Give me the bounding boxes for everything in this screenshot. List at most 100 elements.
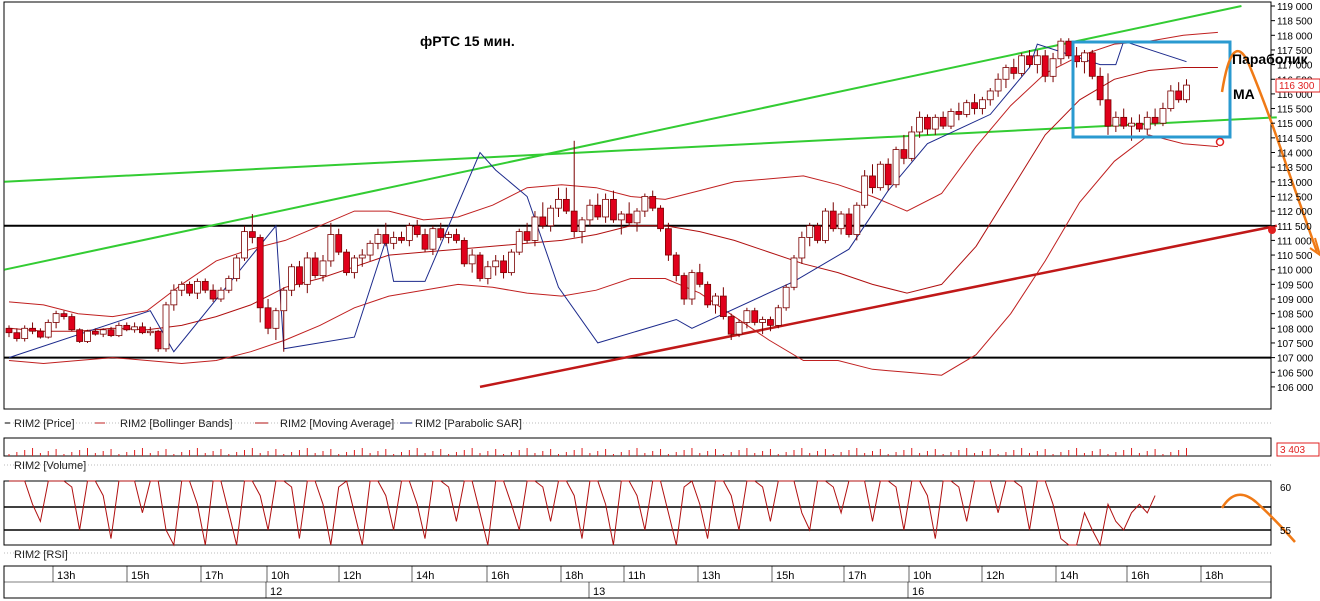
price-y-axis: 119 000118 500118 000117 500117 000116 5…	[1271, 2, 1314, 394]
candle-body	[955, 111, 963, 115]
candle-body	[1065, 40, 1073, 57]
candle-body	[562, 198, 570, 212]
legend-volume: RIM2 [Volume]	[14, 460, 86, 472]
candle-body	[649, 196, 657, 209]
candle-body	[358, 254, 366, 259]
candle-body	[76, 329, 84, 342]
y-tick-label: 109 000	[1277, 295, 1314, 306]
candle-body	[1018, 55, 1026, 74]
candle-body	[468, 254, 476, 265]
candle-body	[633, 210, 641, 224]
candle-body	[751, 310, 759, 323]
y-tick-label: 109 500	[1277, 280, 1314, 291]
candle-body	[869, 175, 876, 189]
candle-body	[578, 219, 586, 233]
candle-body	[1159, 108, 1167, 124]
hour-label: 14h	[416, 570, 434, 582]
candle-body	[892, 149, 900, 186]
candle-body	[861, 175, 869, 206]
y-tick-label: 119 000	[1277, 2, 1313, 13]
candle-body	[264, 307, 272, 329]
legend-sar: RIM2 [Parabolic SAR]	[415, 418, 522, 430]
candle-body	[908, 131, 916, 159]
hour-label: 10h	[913, 570, 931, 582]
candle-body	[570, 210, 578, 233]
candle-body	[1120, 116, 1128, 127]
ma-annotation: MA	[1233, 86, 1255, 102]
candle-body	[476, 254, 484, 279]
candle-body	[774, 307, 782, 326]
volume-last-value: 3 403	[1280, 445, 1305, 456]
rsi-panel-frame	[3, 480, 1272, 546]
candle-body	[507, 251, 515, 274]
hour-label: 14h	[1060, 570, 1078, 582]
hour-label: 18h	[1205, 570, 1223, 582]
y-tick-label: 112 000	[1277, 207, 1313, 218]
y-tick-label: 107 000	[1277, 354, 1314, 365]
candle-body	[146, 330, 154, 334]
rsi-tick-55: 55	[1280, 526, 1292, 537]
y-tick-label: 106 000	[1277, 383, 1314, 394]
candle-body	[767, 319, 774, 326]
candle-body	[696, 272, 704, 285]
candle-body	[21, 327, 29, 339]
candle-body	[1057, 40, 1065, 60]
hour-label: 13h	[57, 570, 75, 582]
candle-body	[822, 210, 829, 241]
candle-body	[437, 228, 445, 238]
candle-body	[131, 326, 139, 331]
candle-body	[382, 234, 390, 244]
candle-body	[280, 289, 288, 312]
candle-body	[515, 231, 523, 253]
candle-body	[99, 329, 107, 335]
chart-title: фРТС 15 мин.	[420, 33, 515, 49]
y-tick-label: 107 500	[1277, 339, 1314, 350]
candle-body	[115, 324, 123, 337]
candle-body	[421, 234, 429, 250]
candle-body	[971, 102, 978, 109]
candle-body	[139, 326, 146, 334]
candle-body	[1088, 52, 1096, 77]
candle-body	[531, 216, 539, 241]
candle-body	[931, 116, 939, 130]
candle-body	[829, 210, 837, 230]
candle-body	[217, 289, 225, 300]
candle-body	[1002, 67, 1010, 80]
candle-body	[1049, 58, 1057, 77]
candle-body	[1041, 55, 1049, 77]
candle-body	[1183, 84, 1190, 101]
candle-body	[1010, 67, 1018, 74]
candle-body	[327, 234, 335, 262]
y-tick-label: 114 500	[1277, 134, 1313, 145]
candle-body	[1104, 99, 1112, 127]
candle-body	[759, 319, 766, 323]
candle-body	[610, 198, 617, 221]
candle-body	[1096, 75, 1104, 101]
candle-body	[641, 196, 649, 212]
candle-body	[837, 213, 845, 230]
y-tick-label: 113 000	[1277, 178, 1313, 189]
candle-body	[335, 234, 343, 253]
y-tick-label: 106 500	[1277, 368, 1314, 379]
candle-body	[319, 260, 327, 276]
y-tick-label: 112 500	[1277, 192, 1313, 203]
candle-body	[186, 283, 193, 294]
legend-price: RIM2 [Price]	[14, 418, 75, 430]
price-panel-frame	[3, 1, 1272, 410]
candle-body	[727, 316, 735, 335]
legend-rsi: RIM2 [RSI]	[14, 549, 68, 561]
candle-body	[29, 327, 36, 332]
candle-body	[963, 102, 971, 115]
candle-body	[900, 149, 908, 159]
candle-body	[288, 266, 296, 291]
candle-body	[107, 329, 115, 337]
legend-ma: RIM2 [Moving Average]	[280, 418, 394, 430]
candle-body	[366, 242, 374, 256]
candle-body	[539, 216, 547, 227]
candle-body	[547, 207, 555, 227]
candle-body	[790, 257, 798, 288]
candle-body	[947, 111, 955, 127]
candle-body	[91, 330, 99, 335]
candle-body	[492, 260, 500, 268]
candle-body	[343, 251, 350, 274]
